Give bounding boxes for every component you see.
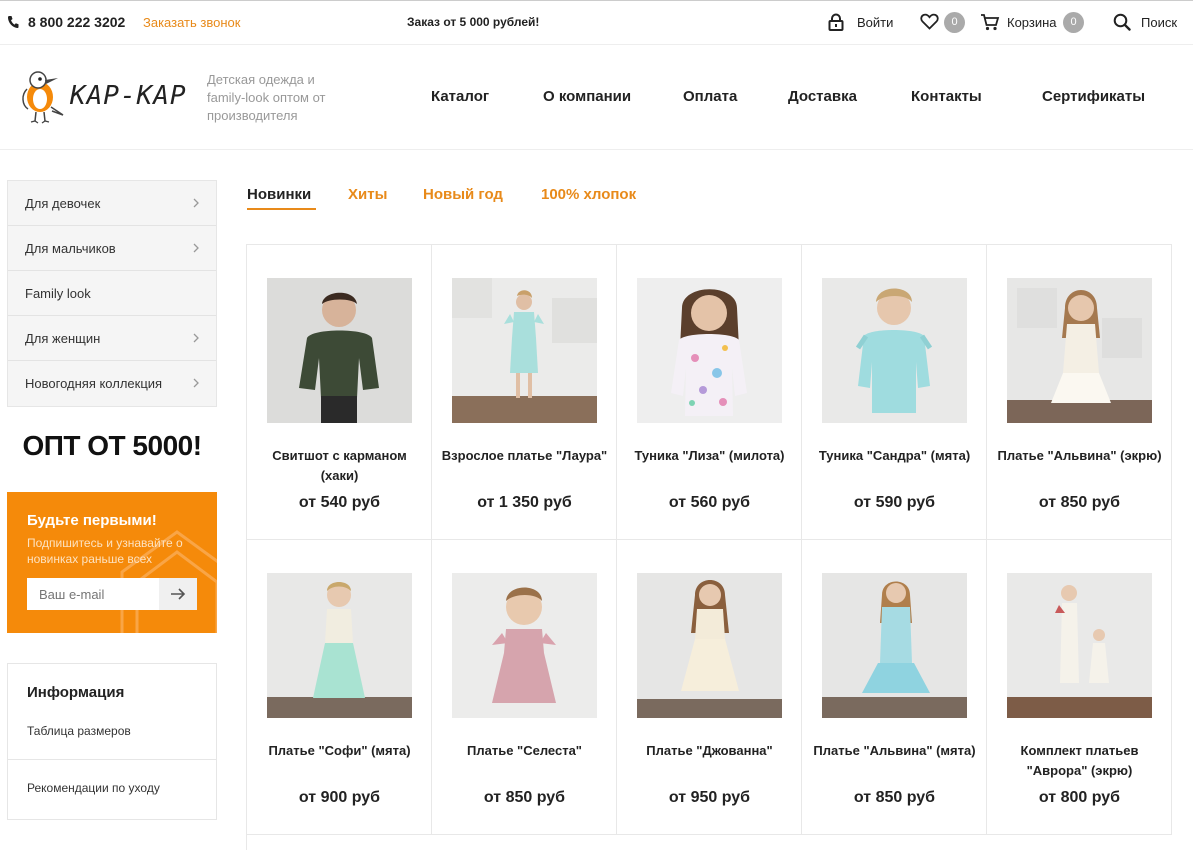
callback-link[interactable]: Заказать звонок (143, 15, 240, 30)
wholesale-promo-banner[interactable]: ОПТ ОТ 5000! (7, 430, 217, 462)
menu-item-label: Для мальчиков (25, 241, 116, 256)
product-price: от 850 руб (853, 789, 936, 806)
chevron-right-icon (193, 198, 199, 208)
product-card[interactable]: Платье "Альвина" (мята) от 850 руб (802, 540, 987, 835)
top-bar: 8 800 222 3202 Заказать звонок Заказ от … (0, 0, 1193, 45)
product-name[interactable]: Платье "Селеста" (437, 741, 612, 761)
product-photo[interactable] (822, 573, 967, 718)
tab-hits[interactable]: Хиты (348, 186, 387, 203)
nav-payment[interactable]: Оплата (683, 88, 737, 105)
active-tab-underline (247, 208, 316, 210)
arrow-right-icon (171, 588, 186, 600)
subscribe-box: Будьте первыми! Подпишитесь и узнавайте … (7, 492, 217, 633)
product-price: от 560 руб (668, 494, 751, 511)
logo-text[interactable]: КАР-КАР (70, 81, 187, 111)
nav-delivery[interactable]: Доставка (788, 88, 857, 105)
product-photo[interactable] (267, 573, 412, 718)
divider (8, 759, 216, 760)
menu-item-women[interactable]: Для женщин (8, 316, 216, 361)
product-price: от 1 350 руб (477, 494, 572, 511)
menu-item-label: Family look (25, 286, 91, 301)
menu-item-label: Новогодняя коллекция (25, 376, 163, 391)
email-input[interactable] (27, 578, 159, 610)
product-price: от 590 руб (853, 494, 936, 511)
category-menu: Для девочек Для мальчиков Family look Дл… (7, 180, 217, 407)
subscribe-submit-button[interactable] (159, 578, 197, 610)
product-price: от 850 руб (1038, 494, 1121, 511)
menu-item-label: Для женщин (25, 331, 101, 346)
nav-about[interactable]: О компании (543, 88, 631, 105)
menu-item-new-year[interactable]: Новогодняя коллекция (8, 361, 216, 406)
site-tagline: Детская одежда и family-look оптом от пр… (207, 72, 326, 123)
heart-icon[interactable] (920, 13, 939, 30)
product-photo[interactable] (637, 278, 782, 423)
product-price: от 900 руб (298, 789, 381, 806)
product-name[interactable]: Платье "Джованна" (622, 741, 797, 761)
product-name[interactable]: Комплект платьев "Аврора" (экрю) (992, 741, 1167, 781)
phone-number[interactable]: 8 800 222 3202 (28, 14, 125, 30)
care-recommendations-link[interactable]: Рекомендации по уходу (27, 781, 160, 795)
product-card[interactable]: Платье "Селеста" от 850 руб (432, 540, 617, 835)
favorites-count-badge: 0 (944, 12, 965, 33)
product-photo[interactable] (822, 278, 967, 423)
info-title: Информация (27, 684, 125, 701)
product-photo[interactable] (1007, 573, 1152, 718)
product-name[interactable]: Взрослое платье "Лаура" (437, 446, 612, 466)
subscribe-text: Подпишитесь и узнавайте о новинках раньш… (27, 536, 183, 566)
search-link[interactable]: Поиск (1141, 15, 1177, 30)
tab-cotton[interactable]: 100% хлопок (541, 186, 636, 203)
menu-item-girls[interactable]: Для девочек (8, 181, 216, 226)
info-box: Информация Таблица размеров Рекомендации… (7, 663, 217, 820)
cart-link[interactable]: Корзина (1007, 15, 1057, 30)
chevron-right-icon (193, 243, 199, 253)
product-name[interactable]: Туника "Сандра" (мята) (807, 446, 982, 466)
product-photo[interactable] (452, 278, 597, 423)
product-card[interactable]: Платье "Софи" (мята) от 900 руб (247, 540, 432, 835)
product-grid: Свитшот с карманом (хаки) от 540 руб Взр… (246, 244, 1172, 850)
phone-icon (7, 16, 19, 29)
nav-certificates[interactable]: Сертификаты (1042, 88, 1145, 105)
product-card[interactable]: Платье "Джованна" от 950 руб (617, 540, 802, 835)
house-outline-decoration (120, 530, 217, 633)
login-link[interactable]: Войти (857, 15, 893, 30)
product-price: от 950 руб (668, 789, 751, 806)
size-chart-link[interactable]: Таблица размеров (27, 724, 131, 738)
search-icon[interactable] (1113, 13, 1131, 31)
product-card[interactable]: Платье "Альвина" (экрю) от 850 руб (987, 245, 1172, 540)
product-price: от 850 руб (483, 789, 566, 806)
product-name[interactable]: Свитшот с карманом (хаки) (252, 446, 427, 486)
product-photo[interactable] (1007, 278, 1152, 423)
product-name[interactable]: Платье "Альвина" (мята) (807, 741, 982, 761)
order-minimum-note: Заказ от 5 000 рублей! (407, 15, 540, 29)
product-price: от 540 руб (298, 494, 381, 511)
nav-contacts[interactable]: Контакты (911, 88, 982, 105)
menu-item-label: Для девочек (25, 196, 101, 211)
chevron-right-icon (193, 378, 199, 388)
chevron-right-icon (193, 333, 199, 343)
site-header: КАР-КАР Детская одежда и family-look опт… (0, 45, 1193, 150)
nav-catalog[interactable]: Каталог (431, 88, 489, 105)
crow-logo-icon[interactable] (18, 67, 68, 125)
tab-new[interactable]: Новинки (247, 186, 311, 203)
product-photo[interactable] (267, 278, 412, 423)
product-card[interactable]: Туника "Сандра" (мята) от 590 руб (802, 245, 987, 540)
product-card[interactable]: Взрослое платье "Лаура" от 1 350 руб (432, 245, 617, 540)
product-card[interactable]: Туника "Лиза" (милота) от 560 руб (617, 245, 802, 540)
product-name[interactable]: Платье "Альвина" (экрю) (992, 446, 1167, 466)
tab-new-year[interactable]: Новый год (423, 186, 503, 203)
product-name[interactable]: Туника "Лиза" (милота) (622, 446, 797, 466)
product-photo[interactable] (637, 573, 782, 718)
cart-count-badge: 0 (1063, 12, 1084, 33)
product-name[interactable]: Платье "Софи" (мята) (252, 741, 427, 761)
menu-item-boys[interactable]: Для мальчиков (8, 226, 216, 271)
subscribe-title: Будьте первыми! (27, 512, 157, 529)
product-card[interactable]: Свитшот с карманом (хаки) от 540 руб (247, 245, 432, 540)
cart-icon[interactable] (980, 13, 1000, 31)
product-price: от 800 руб (1038, 789, 1121, 806)
menu-item-family-look[interactable]: Family look (8, 271, 216, 316)
product-card[interactable]: Комплект платьев "Аврора" (экрю) от 800 … (987, 540, 1172, 835)
lock-icon[interactable] (828, 13, 844, 31)
product-photo[interactable] (452, 573, 597, 718)
